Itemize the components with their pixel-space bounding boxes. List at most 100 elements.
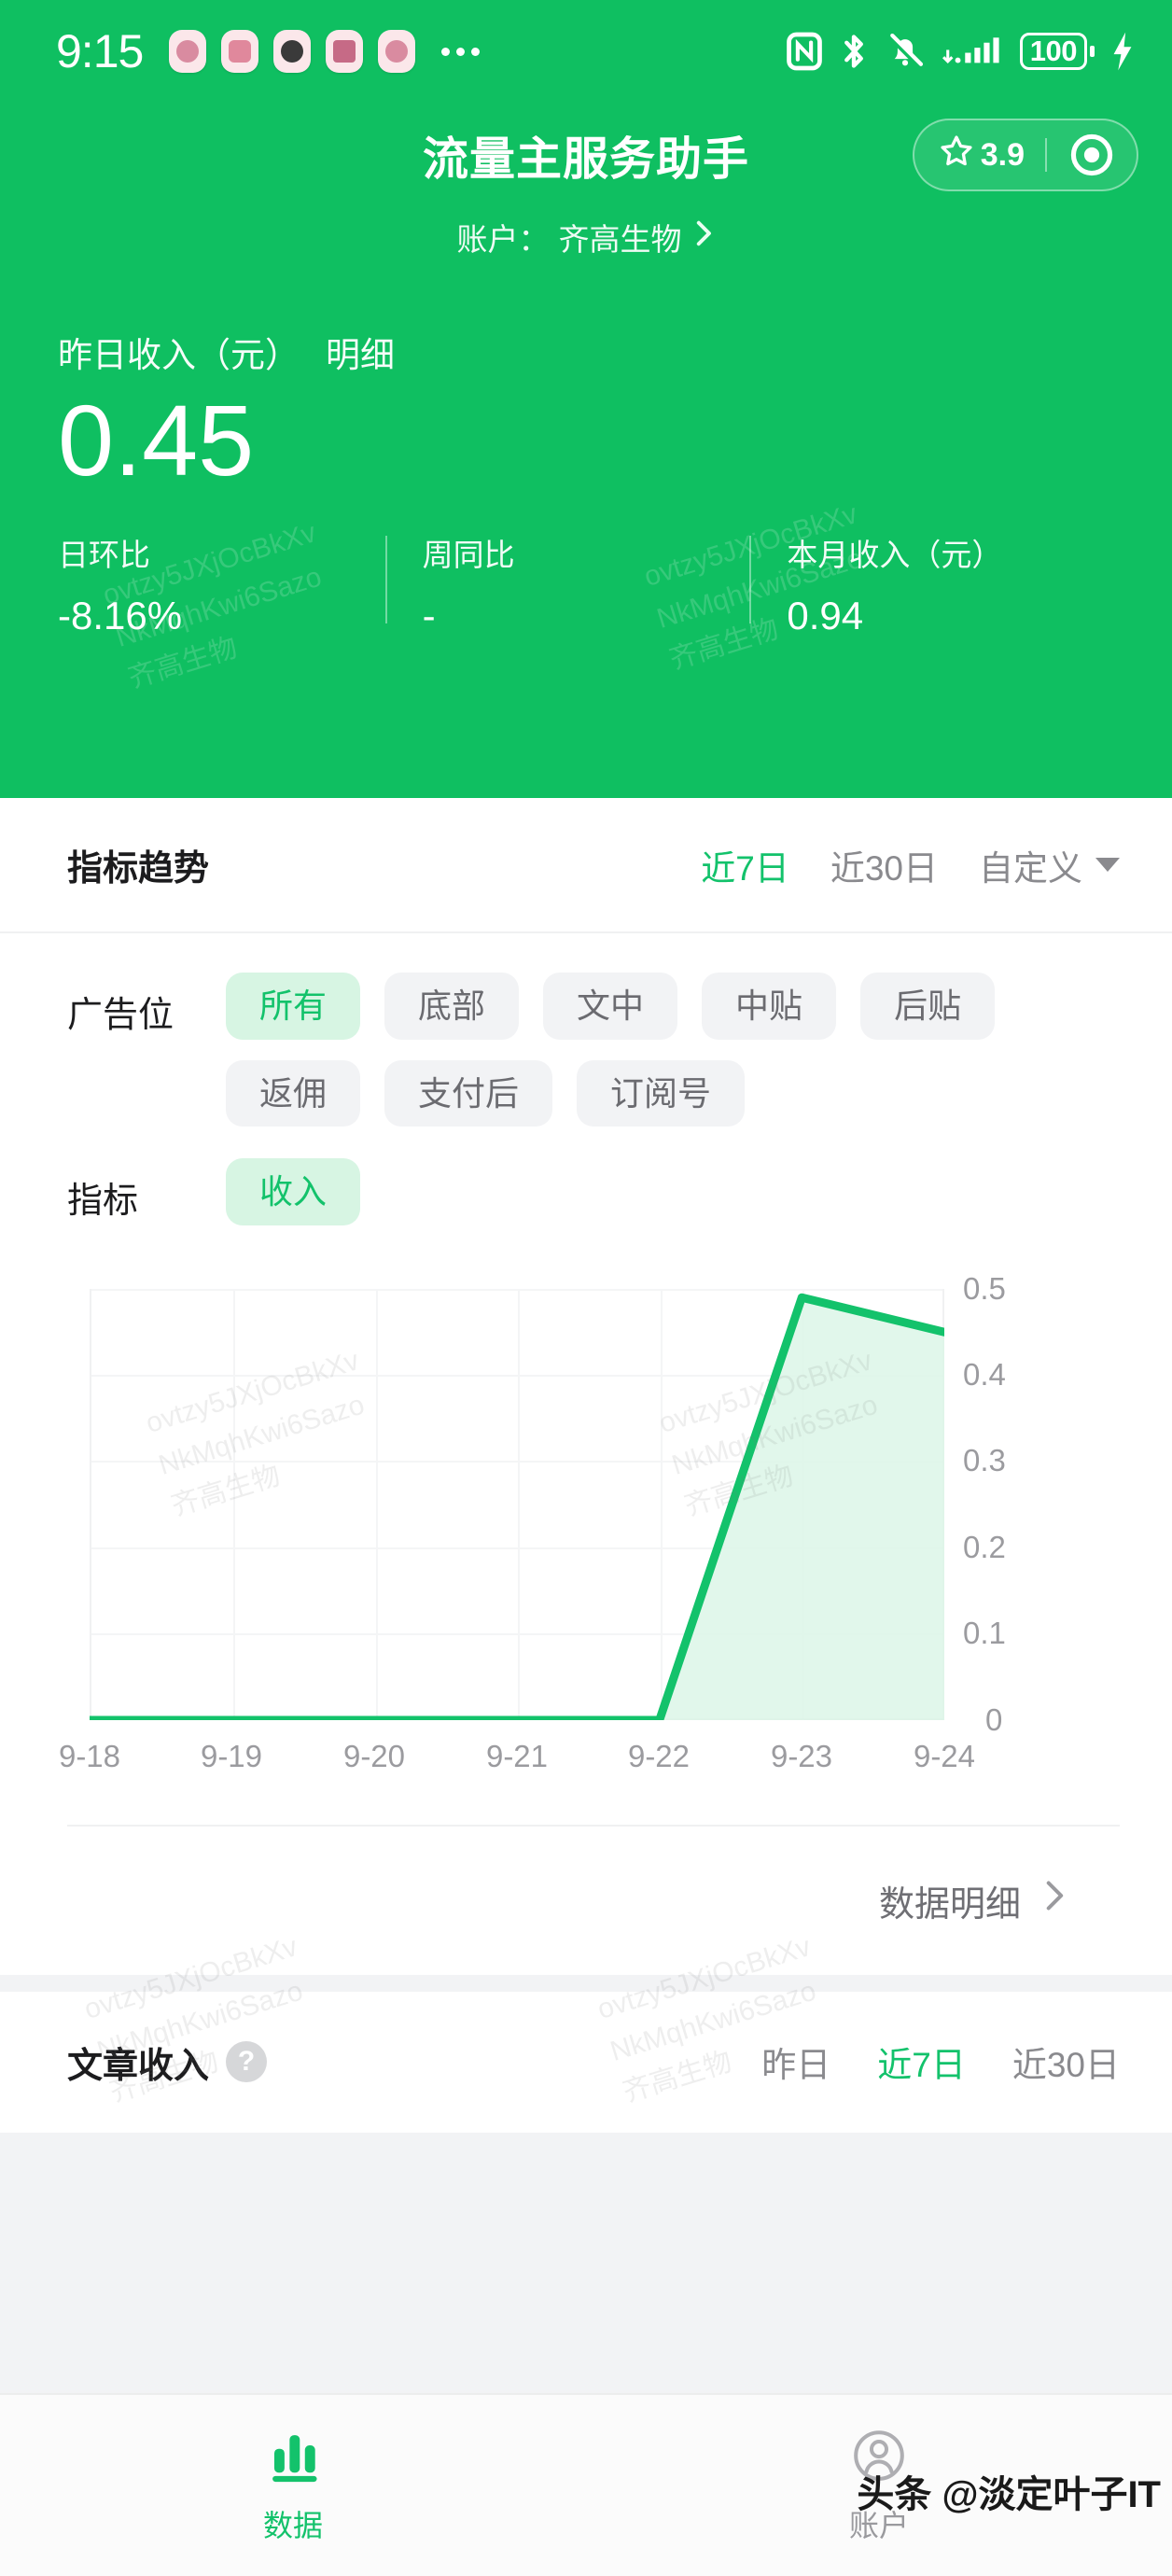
chip-ad-slot-postroll[interactable]: 后贴 xyxy=(860,973,996,1040)
income-label-row: 昨日收入（元） 明细 xyxy=(58,327,1114,377)
chip-ad-slot-all[interactable]: 所有 xyxy=(226,973,361,1040)
status-bar: 9:15 100 xyxy=(0,0,1172,103)
chart-ytick: 0.4 xyxy=(963,1356,1006,1392)
stat-value: -8.16% xyxy=(58,594,183,638)
article-range-tabs: 昨日 近7日 近30日 xyxy=(761,2037,1120,2087)
ad-slot-label: 广告位 xyxy=(67,996,174,1035)
chip-ad-slot-after-pay[interactable]: 支付后 xyxy=(384,1059,553,1127)
stat-month-income: 本月收入（元） 0.94 xyxy=(749,530,1114,638)
chart-series-income xyxy=(90,1293,944,1720)
tiktok-icon xyxy=(169,30,207,73)
filter-block: 广告位 所有 底部 文中 中贴 后贴 返佣 支付后 订阅号 指标 收入 xyxy=(0,933,1172,1242)
chip-metric-income[interactable]: 收入 xyxy=(226,1158,361,1225)
signal-bars-icon xyxy=(941,32,1004,71)
status-bar-right: 100 xyxy=(786,31,1135,72)
mini-program-capsule[interactable]: 3.9 xyxy=(912,119,1138,191)
chevron-down-icon xyxy=(1095,858,1120,872)
tab-data-label: 数据 xyxy=(262,2508,323,2542)
bar-chart-icon xyxy=(264,2427,322,2489)
app-icon-5 xyxy=(378,30,416,73)
chart-xtick: 9-19 xyxy=(200,1738,263,1773)
metric-chips: 收入 xyxy=(226,1158,1120,1225)
bluetooth-icon xyxy=(838,31,870,72)
stat-value: 0.94 xyxy=(787,594,864,638)
chevron-right-icon xyxy=(1041,1879,1067,1922)
chart-ytick: 0 xyxy=(985,1701,1003,1737)
chart-ytick: 0.3 xyxy=(963,1442,1006,1477)
tab-yesterday[interactable]: 昨日 xyxy=(761,2037,830,2087)
stat-week-over-week: 周同比 - xyxy=(384,530,750,638)
account-selector[interactable]: 账户： 齐高生物 xyxy=(0,215,1172,259)
article-income-card: 文章收入 ? 昨日 近7日 近30日 xyxy=(0,1991,1172,2133)
chip-ad-slot-intext[interactable]: 文中 xyxy=(543,973,678,1040)
chart-xtick: 9-18 xyxy=(58,1738,121,1773)
nfc-icon xyxy=(786,32,822,71)
question-mark-icon[interactable]: ? xyxy=(226,2041,268,2083)
stat-label: 本月收入（元） xyxy=(787,538,1003,573)
page-title: 流量主服务助手 xyxy=(422,133,749,185)
chip-ad-slot-midroll[interactable]: 中贴 xyxy=(702,973,837,1040)
chevron-right-icon xyxy=(691,219,716,255)
battery-nub xyxy=(1090,46,1095,57)
app-icon-4 xyxy=(326,30,364,73)
star-icon xyxy=(939,133,974,177)
chart-xtick: 9-24 xyxy=(913,1738,976,1773)
charging-bolt-icon xyxy=(1110,31,1135,72)
account-name: 齐高生物 xyxy=(558,222,682,257)
stats-row: 日环比 -8.16% 周同比 - 本月收入（元） 0.94 xyxy=(0,530,1172,638)
trend-header: 指标趋势 近7日 近30日 自定义 xyxy=(0,798,1172,933)
stat-value: - xyxy=(422,594,436,638)
trend-card: 指标趋势 近7日 近30日 自定义 广告位 所有 底部 文中 中贴 后贴 返佣 … xyxy=(0,798,1172,2108)
data-detail-label: 数据明细 xyxy=(878,1884,1021,1925)
tab-last-30-days[interactable]: 近30日 xyxy=(830,840,938,890)
data-detail-link[interactable]: 数据明细 xyxy=(67,1824,1120,1975)
article-title-group: 文章收入 ? xyxy=(67,2037,268,2088)
article-title: 文章收入 xyxy=(67,2046,210,2086)
header-hero: 9:15 100 流量主服务助手 3.9 账户： 齐高生物 昨日收入（元） 明细… xyxy=(0,0,1172,798)
watermark-corner: 头条 @淡定叶子IT xyxy=(857,2474,1161,2515)
app-root: 9:15 100 流量主服务助手 3.9 账户： 齐高生物 昨日收入（元） 明细… xyxy=(0,0,1172,2576)
tab-data[interactable]: 数据 xyxy=(0,2395,586,2576)
income-value: 0.45 xyxy=(58,384,255,497)
metric-label: 指标 xyxy=(67,1182,139,1222)
battery-indicator: 100 xyxy=(1019,33,1095,70)
ad-slot-chips: 所有 底部 文中 中贴 后贴 返佣 支付后 订阅号 xyxy=(226,973,1120,1127)
tab-custom-label: 自定义 xyxy=(979,848,1082,888)
rating-button[interactable]: 3.9 xyxy=(914,133,1045,177)
ad-slot-filter-row: 广告位 所有 底部 文中 中贴 后贴 返佣 支付后 订阅号 xyxy=(67,973,1120,1127)
stat-label: 日环比 xyxy=(58,538,150,573)
chip-ad-slot-subscription[interactable]: 订阅号 xyxy=(577,1059,746,1127)
title-bar: 流量主服务助手 3.9 xyxy=(0,103,1172,207)
account-label: 账户： xyxy=(456,222,550,257)
metric-filter-row: 指标 收入 xyxy=(67,1158,1120,1235)
chart-ytick: 0.1 xyxy=(963,1615,1006,1650)
app-icon-3 xyxy=(273,30,312,73)
income-block: 昨日收入（元） 明细 0.45 xyxy=(0,259,1172,498)
trend-title: 指标趋势 xyxy=(67,849,210,889)
mute-bell-icon xyxy=(886,32,925,71)
status-time: 9:15 xyxy=(56,25,144,77)
rating-value: 3.9 xyxy=(980,136,1025,173)
battery-level: 100 xyxy=(1019,33,1087,70)
status-bar-left: 9:15 xyxy=(56,24,481,78)
notification-icons xyxy=(169,30,416,73)
chart-xtick: 9-22 xyxy=(627,1738,691,1773)
tab-custom-range[interactable]: 自定义 xyxy=(979,840,1120,890)
chip-ad-slot-bottom[interactable]: 底部 xyxy=(384,973,520,1040)
tab-last-7-days[interactable]: 近7日 xyxy=(701,840,789,890)
target-circle-icon[interactable] xyxy=(1047,133,1137,177)
article-header: 文章收入 ? 昨日 近7日 近30日 xyxy=(0,1992,1172,2133)
chart-inner: 0.5 0.4 0.3 0.2 0.1 0 9-18 9-19 9-20 9-2… xyxy=(52,1271,1006,1773)
chart-xtick: 9-23 xyxy=(770,1738,833,1773)
chart-xtick: 9-21 xyxy=(485,1738,549,1773)
trend-chart: 0.5 0.4 0.3 0.2 0.1 0 9-18 9-19 9-20 9-2… xyxy=(0,1242,1172,1784)
stat-label: 周同比 xyxy=(422,538,515,573)
tab-last-7-days[interactable]: 近7日 xyxy=(877,2037,966,2087)
income-label: 昨日收入（元） xyxy=(58,336,300,374)
chart-ytick: 0.2 xyxy=(963,1529,1006,1564)
income-detail-link[interactable]: 明细 xyxy=(326,327,395,377)
chip-ad-slot-rebate[interactable]: 返佣 xyxy=(226,1059,361,1127)
section-divider xyxy=(0,1974,1172,1992)
tab-last-30-days[interactable]: 近30日 xyxy=(1012,2037,1120,2087)
chart-ytick: 0.5 xyxy=(963,1270,1006,1306)
